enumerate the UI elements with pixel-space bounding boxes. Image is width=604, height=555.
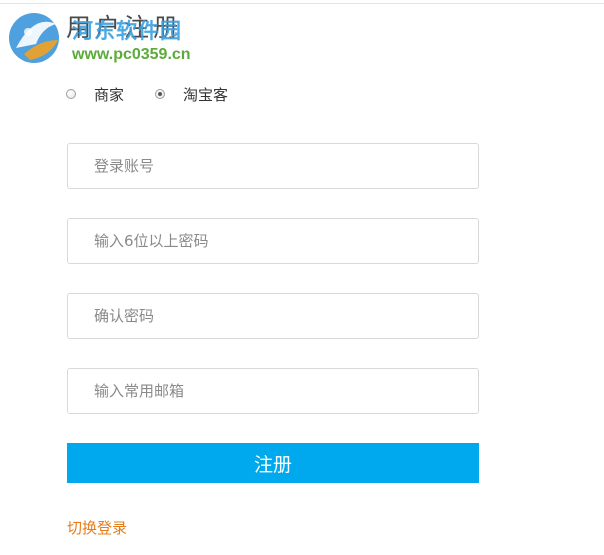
role-option-taobaoke[interactable]: 淘宝客: [155, 84, 228, 105]
switch-login-link[interactable]: 切换登录: [67, 517, 127, 538]
watermark-logo-icon: [9, 13, 59, 63]
role-selector: 商家 淘宝客: [66, 84, 259, 104]
register-button[interactable]: 注册: [67, 443, 479, 483]
role-option-merchant[interactable]: 商家: [66, 84, 124, 105]
password-input[interactable]: [68, 219, 478, 263]
merchant-radio[interactable]: [66, 89, 76, 99]
watermark-url: www.pc0359.cn: [72, 46, 191, 63]
confirm-password-field: [67, 293, 479, 339]
confirm-password-input[interactable]: [68, 294, 478, 338]
merchant-label: 商家: [94, 85, 125, 104]
page-title: 用户注册: [66, 13, 183, 42]
top-divider: [0, 3, 604, 4]
taobaoke-radio[interactable]: [155, 89, 166, 99]
taobaoke-label: 淘宝客: [183, 85, 229, 104]
account-input[interactable]: [68, 144, 478, 188]
account-field: [67, 143, 479, 189]
email-input[interactable]: [68, 369, 478, 413]
email-field: [67, 368, 479, 414]
password-field: [67, 218, 479, 264]
